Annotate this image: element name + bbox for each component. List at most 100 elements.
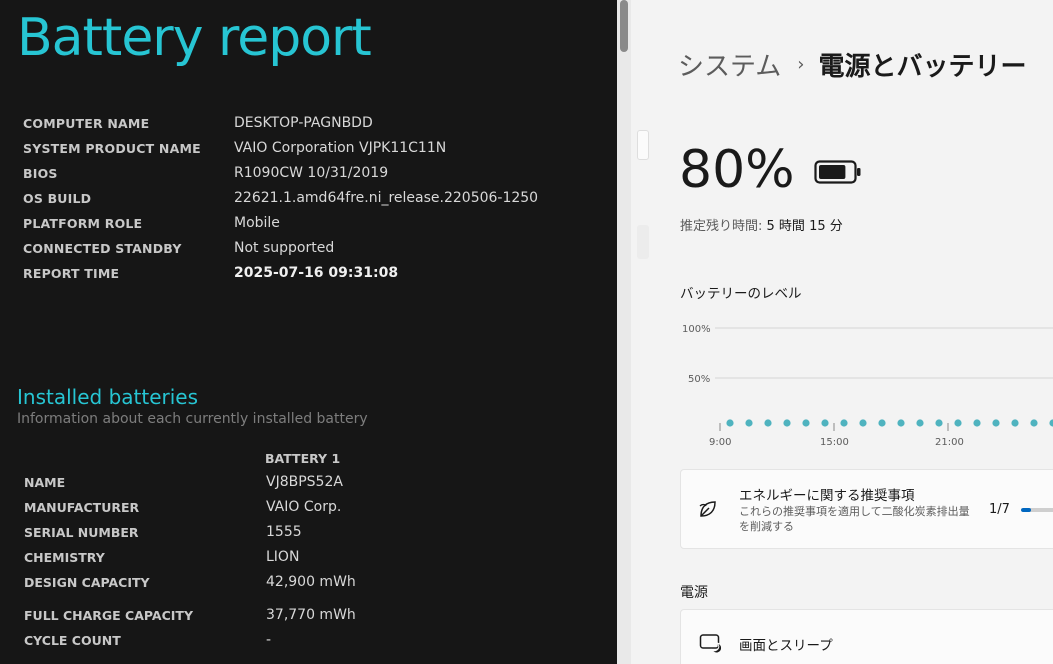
x-tick-label: 9:00 [709,437,731,448]
level-point [1011,419,1019,427]
recommendation-progress-bar [1021,508,1053,512]
info-row: SYSTEM PRODUCT NAME VAIO Corporation VJPK… [23,140,583,165]
info-key: CONNECTED STANDBY [23,241,182,256]
level-point [1030,419,1038,427]
battery-icon [814,160,861,184]
battery-level-heading: バッテリーのレベル [680,286,802,302]
remaining-time-label: 推定残り時間: [680,219,763,234]
battery-value: LION [266,549,300,565]
info-row: CONNECTED STANDBY Not supported [23,240,583,265]
battery-report-page: Battery report COMPUTER NAME DESKTOP-PAGN… [0,0,617,664]
y-tick-label: 100% [682,324,711,335]
level-point [745,419,753,427]
battery-row: FULL CHARGE CAPACITY 37,770 mWh [24,607,584,632]
battery-value: VAIO Corp. [266,499,342,515]
collapsed-nav-item[interactable] [637,225,649,259]
battery-key: DESIGN CAPACITY [24,575,150,590]
info-value: DESKTOP-PAGNBDD [234,115,373,131]
info-value: 22621.1.amd64fre.ni_release.220506-1250 [234,190,539,206]
level-point [878,419,886,427]
battery-row: SERIAL NUMBER 1555 [24,524,584,549]
level-point [859,419,867,427]
battery-key: FULL CHARGE CAPACITY [24,608,193,623]
page-title: 電源とバッテリー [818,52,1027,82]
recommendation-progress-fill [1021,508,1031,512]
battery-info-table: NAME VJ8BPS52A MANUFACTURER VAIO Corp. SER… [24,474,584,657]
info-key: COMPUTER NAME [23,116,150,131]
level-point [954,419,962,427]
recommendation-count: 1/7 [989,502,1010,517]
info-row: BIOS R1090CW 10/31/2019 [23,165,583,190]
battery-key: NAME [24,475,66,490]
level-point [821,419,829,427]
collapsed-nav-handle[interactable] [637,130,649,160]
battery-row: NAME VJ8BPS52A [24,474,584,499]
x-tick-label: 21:00 [935,437,964,448]
battery-column-header: BATTERY 1 [265,451,341,466]
info-row: PLATFORM ROLE Mobile [23,215,583,240]
level-point [726,419,734,427]
level-point [992,419,1000,427]
info-key: REPORT TIME [23,266,120,281]
system-info-table: COMPUTER NAME DESKTOP-PAGNBDD SYSTEM PROD… [23,115,583,290]
installed-batteries-subtitle: Information about each currently install… [17,411,368,427]
screen-sleep-icon [699,634,721,653]
remaining-time: 推定残り時間: 5 時間 15 分 [680,215,843,234]
battery-level-chart: 100% 50% 9:00 15:00 21:00 [631,310,1053,460]
battery-row: CHEMISTRY LION [24,549,584,574]
info-row: REPORT TIME 2025-07-16 09:31:08 [23,265,583,290]
level-point [935,419,943,427]
report-time-value: 2025-07-16 09:31:08 [234,265,399,281]
scrollbar-thumb[interactable] [620,0,628,52]
info-value: VAIO Corporation VJPK11C11N [234,140,447,156]
info-key: OS BUILD [23,191,92,206]
level-point [973,419,981,427]
x-tick-label: 15:00 [820,437,849,448]
info-row: OS BUILD 22621.1.amd64fre.ni_release.2205… [23,190,583,215]
battery-key: MANUFACTURER [24,500,140,515]
settings-power-battery-page: システム › 電源とバッテリー 80% 推定残り時間: 5 時間 15 分 バッテリ… [631,0,1053,664]
screen-and-sleep-card[interactable]: 画面とスリープ [680,609,1053,664]
breadcrumb: システム › 電源とバッテリー [678,46,1026,83]
level-point [783,419,791,427]
energy-card-title: エネルギーに関する推奨事項 [739,488,915,504]
leaf-icon [699,501,716,517]
breadcrumb-chevron-icon: › [797,54,805,75]
energy-recommendations-card[interactable]: エネルギーに関する推奨事項 これらの推奨事項を適用して二酸化炭素排出量を削減する… [680,469,1053,549]
battery-value: 1555 [266,524,302,540]
battery-key: CYCLE COUNT [24,633,121,648]
info-row: COMPUTER NAME DESKTOP-PAGNBDD [23,115,583,140]
installed-batteries-heading: Installed batteries [17,385,199,409]
battery-level-chart-svg: 100% 50% 9:00 15:00 21:00 [682,324,1053,448]
battery-row: DESIGN CAPACITY 42,900 mWh [24,574,584,599]
info-key: SYSTEM PRODUCT NAME [23,141,201,156]
energy-card-description: これらの推奨事項を適用して二酸化炭素排出量を削減する [739,505,970,533]
battery-value: VJ8BPS52A [266,474,343,490]
screen-and-sleep-label: 画面とスリープ [739,638,833,654]
level-point [802,419,810,427]
level-point [916,419,924,427]
level-point [764,419,772,427]
battery-value: - [266,632,272,648]
breadcrumb-system-link[interactable]: システム [678,52,781,82]
info-value: Not supported [234,240,335,256]
report-title: Battery report [17,8,372,68]
battery-percentage: 80% [679,140,795,200]
battery-key: CHEMISTRY [24,550,105,565]
info-value: R1090CW 10/31/2019 [234,165,389,181]
power-section-heading: 電源 [680,585,708,601]
battery-value: 42,900 mWh [266,574,356,590]
info-value: Mobile [234,215,280,231]
y-tick-label: 50% [688,374,710,385]
level-point [840,419,848,427]
battery-key: SERIAL NUMBER [24,525,139,540]
level-point [897,419,905,427]
info-key: BIOS [23,166,58,181]
report-scrollbar[interactable] [617,0,631,664]
level-point [1049,419,1053,427]
battery-row: CYCLE COUNT - [24,632,584,657]
battery-value: 37,770 mWh [266,607,356,623]
battery-row: MANUFACTURER VAIO Corp. [24,499,584,524]
remaining-time-value: 5 時間 15 分 [766,219,843,234]
info-key: PLATFORM ROLE [23,216,143,231]
